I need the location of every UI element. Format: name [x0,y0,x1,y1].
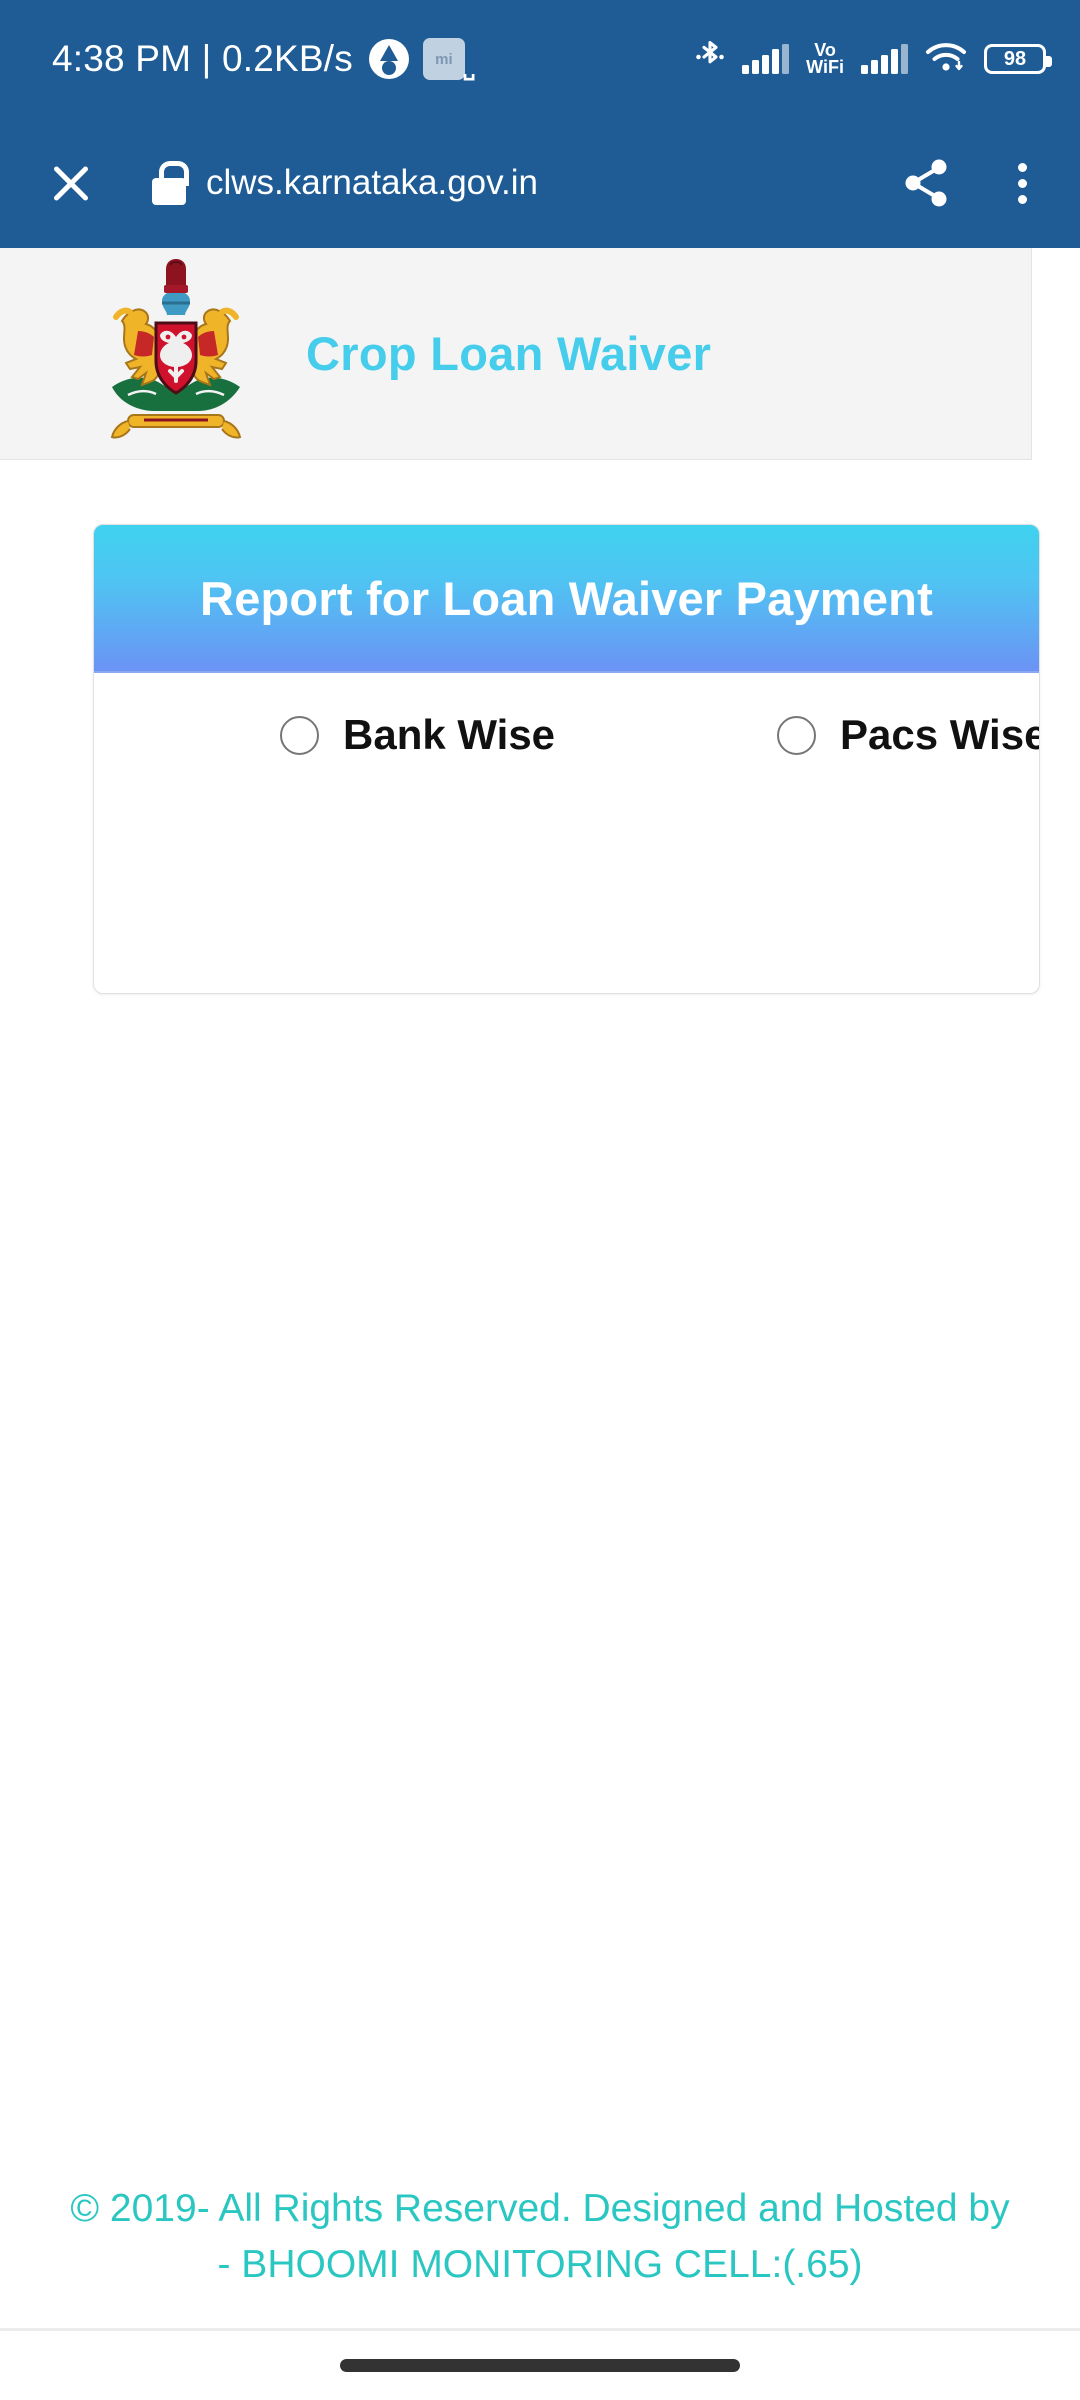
home-gesture-pill[interactable] [340,2359,740,2372]
status-bar-left: 4:38 PM | 0.2KB/s mi ̺ [52,38,479,80]
radio-option-pacs-wise[interactable]: Pacs Wise [777,711,1040,759]
page-title: Crop Loan Waiver [306,327,712,380]
footer: © 2019- All Rights Reserved. Designed an… [0,2181,1080,2292]
radio-option-bank-wise[interactable]: Bank Wise [280,711,555,759]
radio-label-bank-wise: Bank Wise [343,711,556,758]
battery-level-label: 98 [1003,47,1027,70]
karnataka-emblem-icon [88,258,264,449]
status-bar-right: Vo WiFi 98 [695,39,1052,80]
report-card-header: Report for Loan Waiver Payment [94,525,1039,673]
signal-bars-icon-1 [742,44,790,74]
phone-screen: 4:38 PM | 0.2KB/s mi ̺ Vo WiFi [0,0,1080,2400]
status-clock-and-netspeed: 4:38 PM | 0.2KB/s [52,38,353,79]
url-text[interactable]: clws.karnataka.gov.in [206,163,884,203]
report-card: Report for Loan Waiver Payment Bank Wise… [93,524,1040,994]
mi-app-icon: mi [422,38,465,80]
status-bar: 4:38 PM | 0.2KB/s mi ̺ Vo WiFi [0,0,1080,118]
lock-icon [152,161,189,205]
report-card-title: Report for Loan Waiver Payment [200,571,933,625]
footer-line-1: © 2019- All Rights Reserved. Designed an… [70,2187,1010,2231]
signal-bars-icon-2 [861,44,908,74]
radio-label-pacs-wise: Pacs Wise [840,711,1040,758]
bluetooth-icon [695,39,725,80]
system-navigation-bar [0,2328,1080,2400]
wifi-icon [925,41,967,78]
close-icon[interactable] [44,156,98,210]
more-options-icon[interactable] [1000,155,1044,211]
status-app-icons: mi ̺ [368,38,479,80]
site-header: Crop Loan Waiver [0,248,1032,460]
report-card-body: Bank Wise Pacs Wise [94,673,1039,759]
battery-icon: 98 [984,44,1052,74]
share-icon[interactable] [898,155,954,211]
radio-button-pacs-wise[interactable] [777,715,817,755]
browser-url-bar: clws.karnataka.gov.in [0,118,1080,248]
vowifi-indicator: Vo WiFi [806,40,844,77]
adguard-icon [368,39,409,79]
footer-line-2: - BHOOMI MONITORING CELL:(.65) [217,2242,863,2286]
radio-button-bank-wise[interactable] [280,715,319,755]
